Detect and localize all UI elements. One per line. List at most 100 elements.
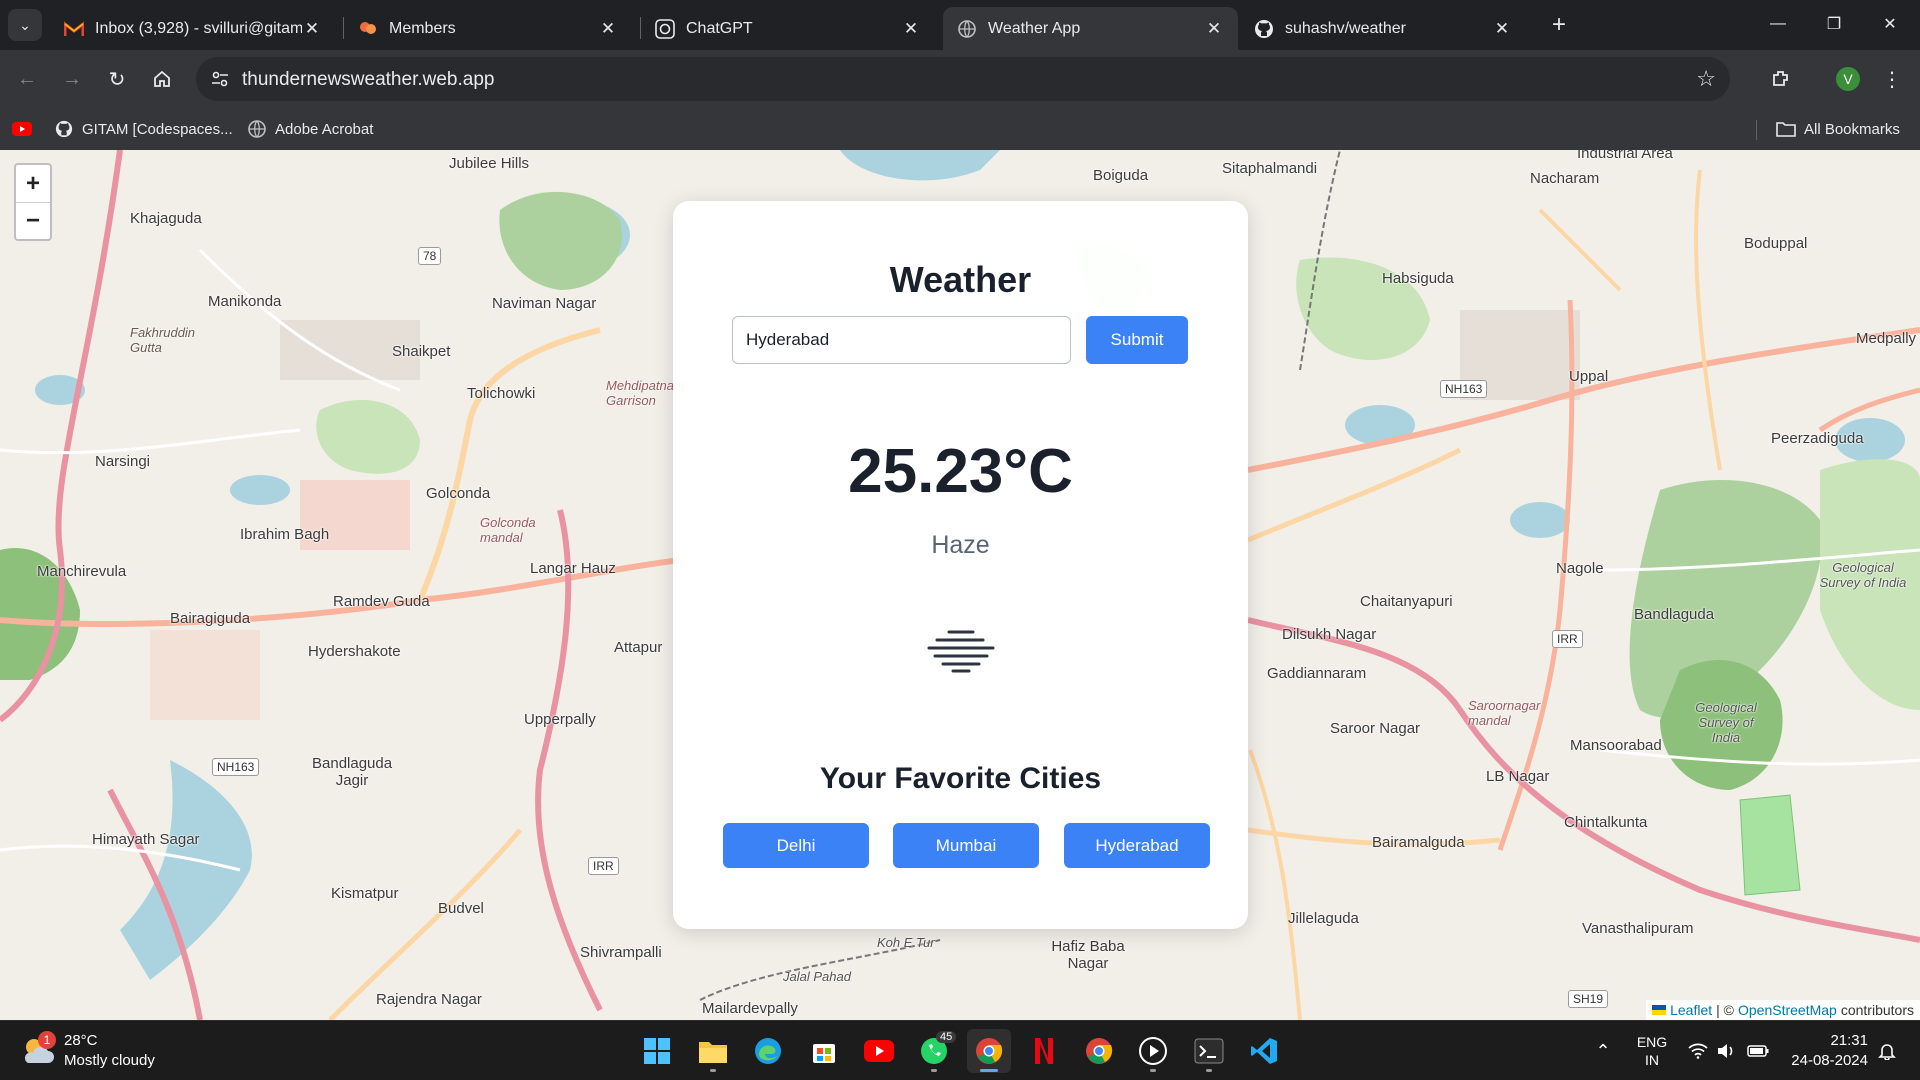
haze-icon [927,630,995,673]
home-button[interactable] [145,62,179,96]
taskbar-store[interactable] [802,1029,846,1073]
wifi-icon[interactable] [1684,1021,1712,1080]
restore-button[interactable]: ❐ [1806,0,1862,48]
map-label: Upperpally [524,711,596,728]
tab-weather-app[interactable]: Weather App ✕ [943,7,1238,50]
tab-chatgpt[interactable]: ChatGPT ✕ [641,7,935,50]
new-tab-button[interactable]: + [1544,10,1574,40]
profile-avatar[interactable]: V [1836,67,1860,91]
taskbar-file-explorer[interactable] [691,1029,735,1073]
close-icon[interactable]: ✕ [1492,19,1512,39]
map-label: Medpally [1856,330,1917,347]
bookmark-gitam-codespaces[interactable]: GITAM [Codespaces... [54,116,233,142]
taskbar-vscode[interactable] [1242,1029,1286,1073]
clock-date: 24-08-2024 [1791,1052,1868,1069]
taskbar-terminal[interactable] [1187,1029,1231,1073]
bookmark-adobe-acrobat[interactable]: Adobe Acrobat [247,116,373,142]
github-icon [1254,19,1274,39]
volume-icon[interactable] [1712,1021,1740,1080]
globe-icon [247,119,267,139]
map-zoom-control: + − [14,163,52,241]
map-label: Naviman Nagar [492,295,597,312]
taskbar-whatsapp[interactable]: 45 [912,1029,957,1073]
map-label: Chaitanyapuri [1360,593,1453,610]
map-label: Narsingi [95,453,151,470]
tab-search-button[interactable]: ⌄ [8,9,42,41]
forward-button[interactable]: → [55,62,89,96]
map-label: Golconda [426,485,491,502]
site-info-icon[interactable] [208,67,232,91]
tab-gmail[interactable]: Inbox (3,928) - svilluri@gitam.in ✕ [50,7,336,50]
map-label: Chintalkunta [1564,814,1648,831]
terminal-icon [1194,1038,1224,1064]
tab-github[interactable]: suhashv/weather ✕ [1240,7,1526,50]
tray-overflow-chevron-icon[interactable]: ⌃ [1588,1021,1618,1080]
map-label: Attapur [614,639,663,656]
map-label: Mehdipatnam Garrison [606,378,685,408]
submit-button[interactable]: Submit [1086,316,1188,364]
taskbar-chrome-2[interactable] [1077,1029,1121,1073]
menu-kebab-icon[interactable]: ⋮ [1880,64,1904,94]
favorite-city-button[interactable]: Mumbai [893,823,1039,868]
taskbar-netflix[interactable] [1022,1029,1066,1073]
running-indicator [1150,1069,1156,1072]
taskbar-youtube[interactable] [857,1029,901,1073]
edge-icon [755,1038,781,1064]
start-button[interactable] [635,1029,679,1073]
map-label: Rajendra Nagar [376,991,482,1008]
taskbar-weather-widget[interactable]: 1 28°C Mostly cloudy [20,1031,155,1071]
tab-label: suhashv/weather [1285,19,1406,37]
city-input[interactable] [732,316,1071,364]
reload-icon: ↻ [108,68,126,91]
browser-tab-bar: ⌄ Inbox (3,928) - svilluri@gitam.in ✕ Me… [0,0,1920,50]
github-icon [54,119,74,139]
openstreetmap-link[interactable]: OpenStreetMap [1738,1002,1837,1018]
chatgpt-icon [655,18,675,39]
close-icon[interactable]: ✕ [901,19,921,39]
favorite-city-button[interactable]: Delhi [723,823,869,868]
close-icon[interactable]: ✕ [302,19,322,39]
favorites-title: Your Favorite Cities [819,762,1102,795]
close-icon[interactable]: ✕ [598,19,618,39]
taskbar-chrome[interactable] [967,1029,1011,1073]
notification-bell-icon[interactable] [1872,1021,1902,1080]
close-icon[interactable]: ✕ [1204,19,1224,39]
running-indicator [1206,1069,1212,1072]
taskbar-media-player[interactable] [1131,1029,1175,1073]
map-label: Vanasthalipuram [1582,920,1694,937]
weather-page: Jubilee Hills Khajaguda Fakhruddin Gutta… [0,150,1920,1020]
all-bookmarks-button[interactable]: All Bookmarks [1776,116,1900,142]
netflix-icon [1035,1038,1053,1064]
taskbar-edge[interactable] [746,1029,790,1073]
map-label: Bandlaguda Jagir [312,755,393,789]
leaflet-link[interactable]: Leaflet [1670,1002,1712,1018]
home-icon [154,70,170,87]
extensions-icon[interactable] [1764,62,1798,96]
map-label: Geological Survey of India [1695,700,1757,745]
tab-label: Members [389,19,456,37]
weather-title: Weather [889,259,1032,300]
bookmark-star-icon[interactable]: ☆ [1696,66,1716,92]
reload-button[interactable]: ↻ [100,62,134,96]
youtube-icon [864,1040,894,1062]
address-bar[interactable]: thundernewsweather.web.app ☆ [196,57,1730,101]
close-window-button[interactable]: ✕ [1862,0,1918,48]
favorite-city-button[interactable]: Hyderabad [1064,823,1210,868]
back-button[interactable]: ← [10,62,44,96]
minimize-button[interactable]: — [1750,0,1806,48]
youtube-icon [12,119,32,139]
taskbar-weather-temp: 28°C [64,1032,98,1049]
zoom-out-button[interactable]: − [16,202,50,239]
windows-taskbar: 1 28°C Mostly cloudy 45 ⌃ ENG IN 21:31 2… [0,1020,1920,1080]
zoom-in-button[interactable]: + [16,165,50,202]
tab-members[interactable]: Members ✕ [344,7,632,50]
language-indicator[interactable]: ENG IN [1628,1021,1676,1080]
bookmarks-bar: GITAM [Codespaces... Adobe Acrobat All B… [0,108,1920,150]
system-clock[interactable]: 21:31 24-08-2024 [1791,1031,1868,1071]
battery-icon[interactable] [1744,1021,1772,1080]
map-label: Bandlaguda [1634,606,1715,623]
whatsapp-badge: 45 [936,1031,957,1043]
map-label: Shivrampalli [580,944,662,961]
bookmark-youtube[interactable] [12,116,40,142]
road-shield: SH19 [1568,990,1609,1008]
